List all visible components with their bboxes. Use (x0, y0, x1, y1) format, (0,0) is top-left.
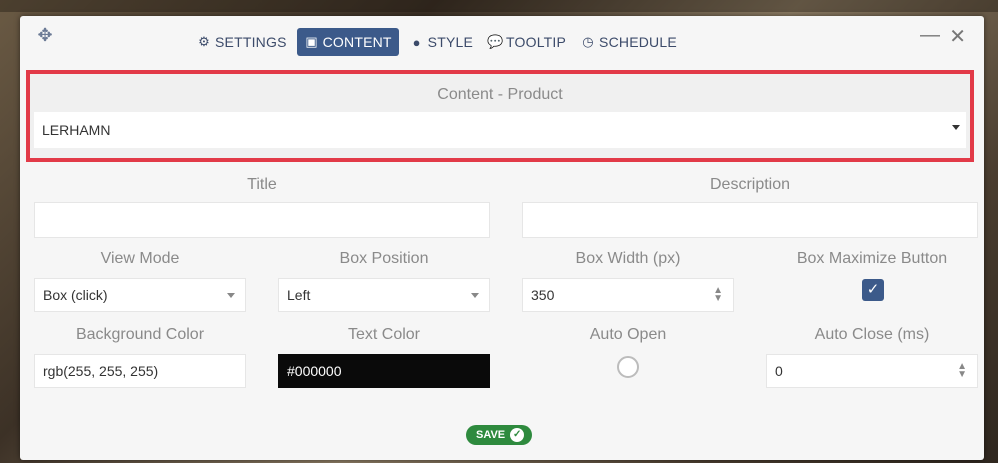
description-input[interactable] (522, 202, 978, 238)
minimize-button[interactable]: — (920, 24, 940, 47)
auto-open-toggle[interactable] (617, 356, 639, 378)
title-label: Title (247, 176, 277, 193)
tab-schedule[interactable]: ◷ SCHEDULE (576, 28, 681, 56)
auto-close-label: Auto Close (ms) (814, 326, 930, 343)
view-mode-select[interactable]: Box (click) (34, 278, 246, 312)
background-color-input[interactable]: rgb(255, 255, 255) (34, 354, 246, 388)
tab-settings[interactable]: ⚙ SETTINGS (192, 28, 291, 56)
clock-icon: ◷ (582, 34, 594, 49)
chevron-down-icon (952, 125, 960, 130)
background-color-label: Background Color (75, 326, 205, 343)
content-editor-panel: ✥ ⚙ SETTINGS ▣ CONTENT ● STYLE 💬 TOOLTIP… (20, 16, 984, 460)
product-label: Content - Product (437, 86, 563, 103)
box-width-input[interactable]: 350 ▲ ▼ (522, 278, 734, 312)
auto-close-input[interactable]: 0 ▲ ▼ (766, 354, 978, 388)
title-input[interactable] (34, 202, 490, 238)
tab-style[interactable]: ● STYLE (405, 28, 477, 56)
box-width-label: Box Width (px) (575, 250, 681, 267)
tab-bar: ⚙ SETTINGS ▣ CONTENT ● STYLE 💬 TOOLTIP ◷… (192, 28, 681, 56)
product-value: LERHAMN (42, 122, 111, 138)
background-strip (0, 0, 998, 12)
box-maximize-checkbox[interactable]: ✓ (862, 279, 884, 301)
close-button[interactable]: ✕ (949, 24, 966, 49)
gear-icon: ⚙ (198, 34, 210, 49)
text-color-input[interactable]: #000000 (278, 354, 490, 388)
speech-bubble-icon: 💬 (487, 34, 504, 49)
chevron-down-icon (471, 293, 479, 298)
text-color-label: Text Color (347, 326, 421, 343)
box-position-select[interactable]: Left (278, 278, 490, 312)
view-mode-label: View Mode (100, 250, 180, 267)
save-button[interactable]: SAVE ✓ (466, 425, 533, 445)
spinner-icon[interactable]: ▲ ▼ (957, 362, 967, 380)
palette-icon: ● (412, 34, 421, 50)
content-icon: ▣ (305, 34, 318, 49)
tab-content[interactable]: ▣ CONTENT (296, 28, 399, 56)
product-section: Content - Product LERHAMN (26, 70, 974, 162)
spinner-icon[interactable]: ▲ ▼ (713, 286, 723, 304)
box-position-label: Box Position (339, 250, 429, 267)
move-icon[interactable]: ✥ (36, 26, 54, 44)
description-label: Description (709, 176, 791, 193)
check-circle-icon: ✓ (510, 428, 525, 442)
box-maximize-label: Box Maximize Button (796, 250, 948, 267)
checkmark-icon: ✓ (866, 281, 880, 298)
chevron-down-icon (227, 293, 235, 298)
product-select[interactable]: LERHAMN (34, 112, 966, 148)
tab-tooltip[interactable]: 💬 TOOLTIP (483, 28, 570, 56)
auto-open-label: Auto Open (589, 326, 667, 343)
